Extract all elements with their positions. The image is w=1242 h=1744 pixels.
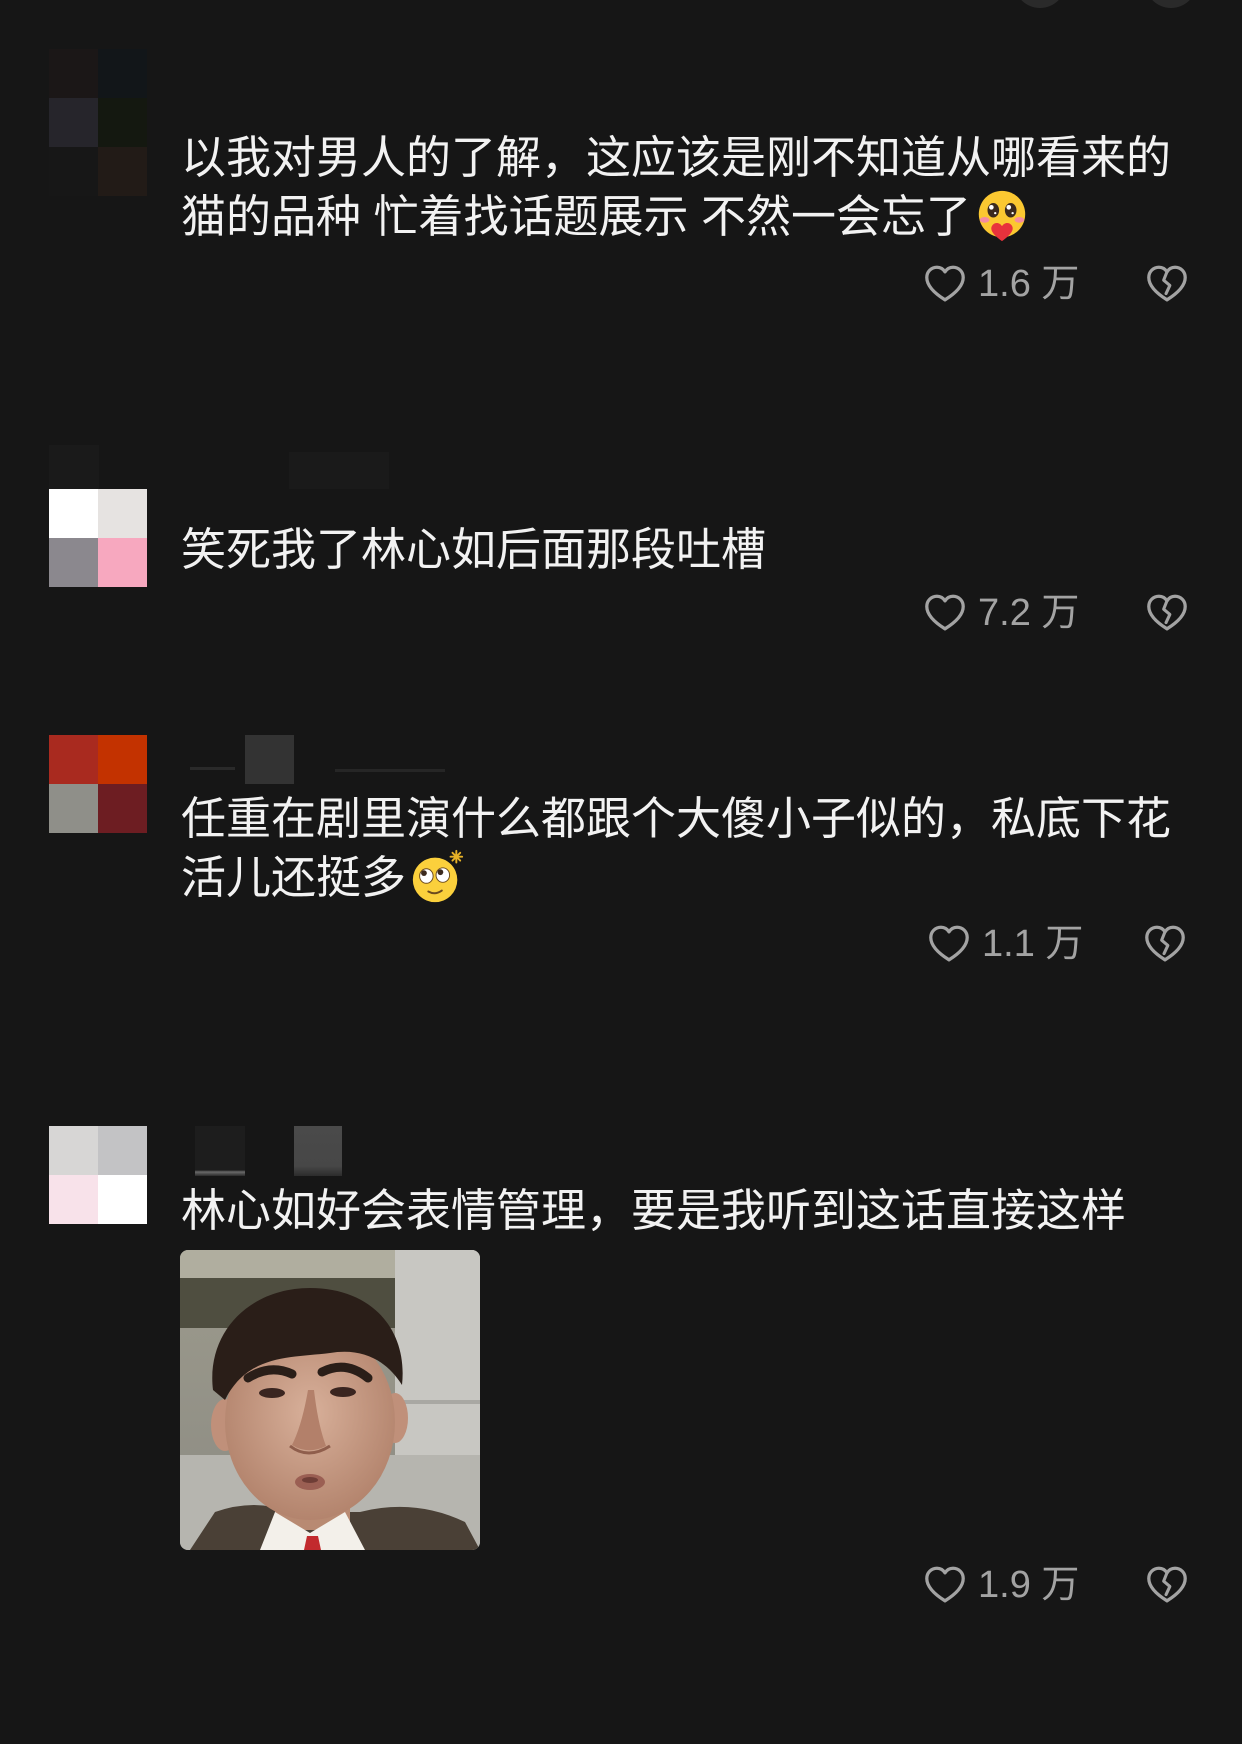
avatar[interactable] [49,1126,147,1224]
comment-line-text: 任重在剧里演什么都跟个大傻小子似的，私底下花 [181,793,1172,844]
avatar[interactable] [49,49,147,196]
comment-text: 以我对男人的了解，这应该是刚不知道从哪看来的 猫的品种 忙着找话题展示 不然一会… [181,128,1191,246]
like-count: 1.1 万 [982,923,1084,965]
comment-line: 任重在剧里演什么都跟个大傻小子似的，私底下花 [181,789,1191,848]
comment-line: 以我对男人的了解，这应该是刚不知道从哪看来的 [181,128,1191,187]
like-button[interactable]: 1.1 万 [926,921,1083,967]
dislike-button[interactable] [1142,921,1188,967]
avatar[interactable] [49,489,147,587]
broken-heart-icon [1144,261,1190,307]
heart-icon [926,921,972,967]
broken-heart-icon [1144,1562,1190,1608]
dislike-button[interactable] [1144,1562,1190,1608]
avatar-cell [49,489,98,538]
like-count: 1.6 万 [978,263,1080,305]
heart-icon [922,261,968,307]
avatar-cell [49,784,98,833]
like-button[interactable]: 1.9 万 [922,1562,1079,1608]
avatar-cell [98,147,147,196]
avatar-cell [49,1126,98,1175]
dizzy-face-emoji-icon [408,848,466,906]
dislike-button[interactable] [1144,590,1190,636]
avatar-cell [98,1175,147,1224]
redacted-username[interactable] [245,735,294,784]
avatar-cell [49,538,98,587]
heart-icon [922,1562,968,1608]
redacted-username[interactable] [335,769,445,772]
avatar-cell [98,735,147,784]
comment-list: 以我对男人的了解，这应该是刚不知道从哪看来的 猫的品种 忙着找话题展示 不然一会… [0,0,1242,1744]
broken-heart-icon [1142,921,1188,967]
comment-line: 林心如好会表情管理，要是我听到这话直接这样 [181,1181,1191,1240]
comment-line: 猫的品种 忙着找话题展示 不然一会忘了 [181,187,1191,246]
avatar-cell [49,735,98,784]
comment-line-text: 猫的品种 忙着找话题展示 不然一会忘了 [181,191,972,242]
avatar-cell [98,538,147,587]
comment-text: 任重在剧里演什么都跟个大傻小子似的，私底下花 活儿还挺多 [181,789,1191,907]
avatar[interactable] [49,735,147,833]
cropped-icon [1145,0,1197,8]
avatar-cell [98,1126,147,1175]
like-button[interactable]: 1.6 万 [922,261,1079,307]
comment-line-text: 笑死我了林心如后面那段吐槽 [181,524,767,575]
avatar-cell [49,1175,98,1224]
comment-line-text: 以我对男人的了解，这应该是刚不知道从哪看来的 [181,132,1172,183]
comment-text: 笑死我了林心如后面那段吐槽 [181,520,1191,579]
comment-line: 笑死我了林心如后面那段吐槽 [181,520,1191,579]
comment-line: 活儿还挺多 [181,848,1191,907]
comment-line-text: 林心如好会表情管理，要是我听到这话直接这样 [181,1185,1127,1236]
redacted-username[interactable] [289,452,389,489]
avatar-cell [49,98,98,147]
redacted-username[interactable] [195,1126,245,1176]
like-count: 1.9 万 [978,1564,1080,1606]
comment-text: 林心如好会表情管理，要是我听到这话直接这样 [181,1181,1191,1240]
comment-line-text: 活儿还挺多 [181,852,407,903]
avatar-cell [98,49,147,98]
reaction-meme-image[interactable] [180,1250,480,1550]
redacted-username[interactable] [294,1126,342,1176]
heart-face-emoji-icon [973,187,1031,245]
redacted-username[interactable] [190,767,235,770]
like-count: 7.2 万 [978,592,1080,634]
dislike-button[interactable] [1144,261,1190,307]
avatar-cell [98,98,147,147]
avatar-cell [49,147,98,196]
avatar-cell [49,49,98,98]
avatar-cell [98,489,147,538]
like-button[interactable]: 7.2 万 [922,590,1079,636]
heart-icon [922,590,968,636]
avatar-cell [98,784,147,833]
broken-heart-icon [1144,590,1190,636]
redacted-username[interactable] [49,445,99,489]
cropped-icon [1014,0,1066,8]
